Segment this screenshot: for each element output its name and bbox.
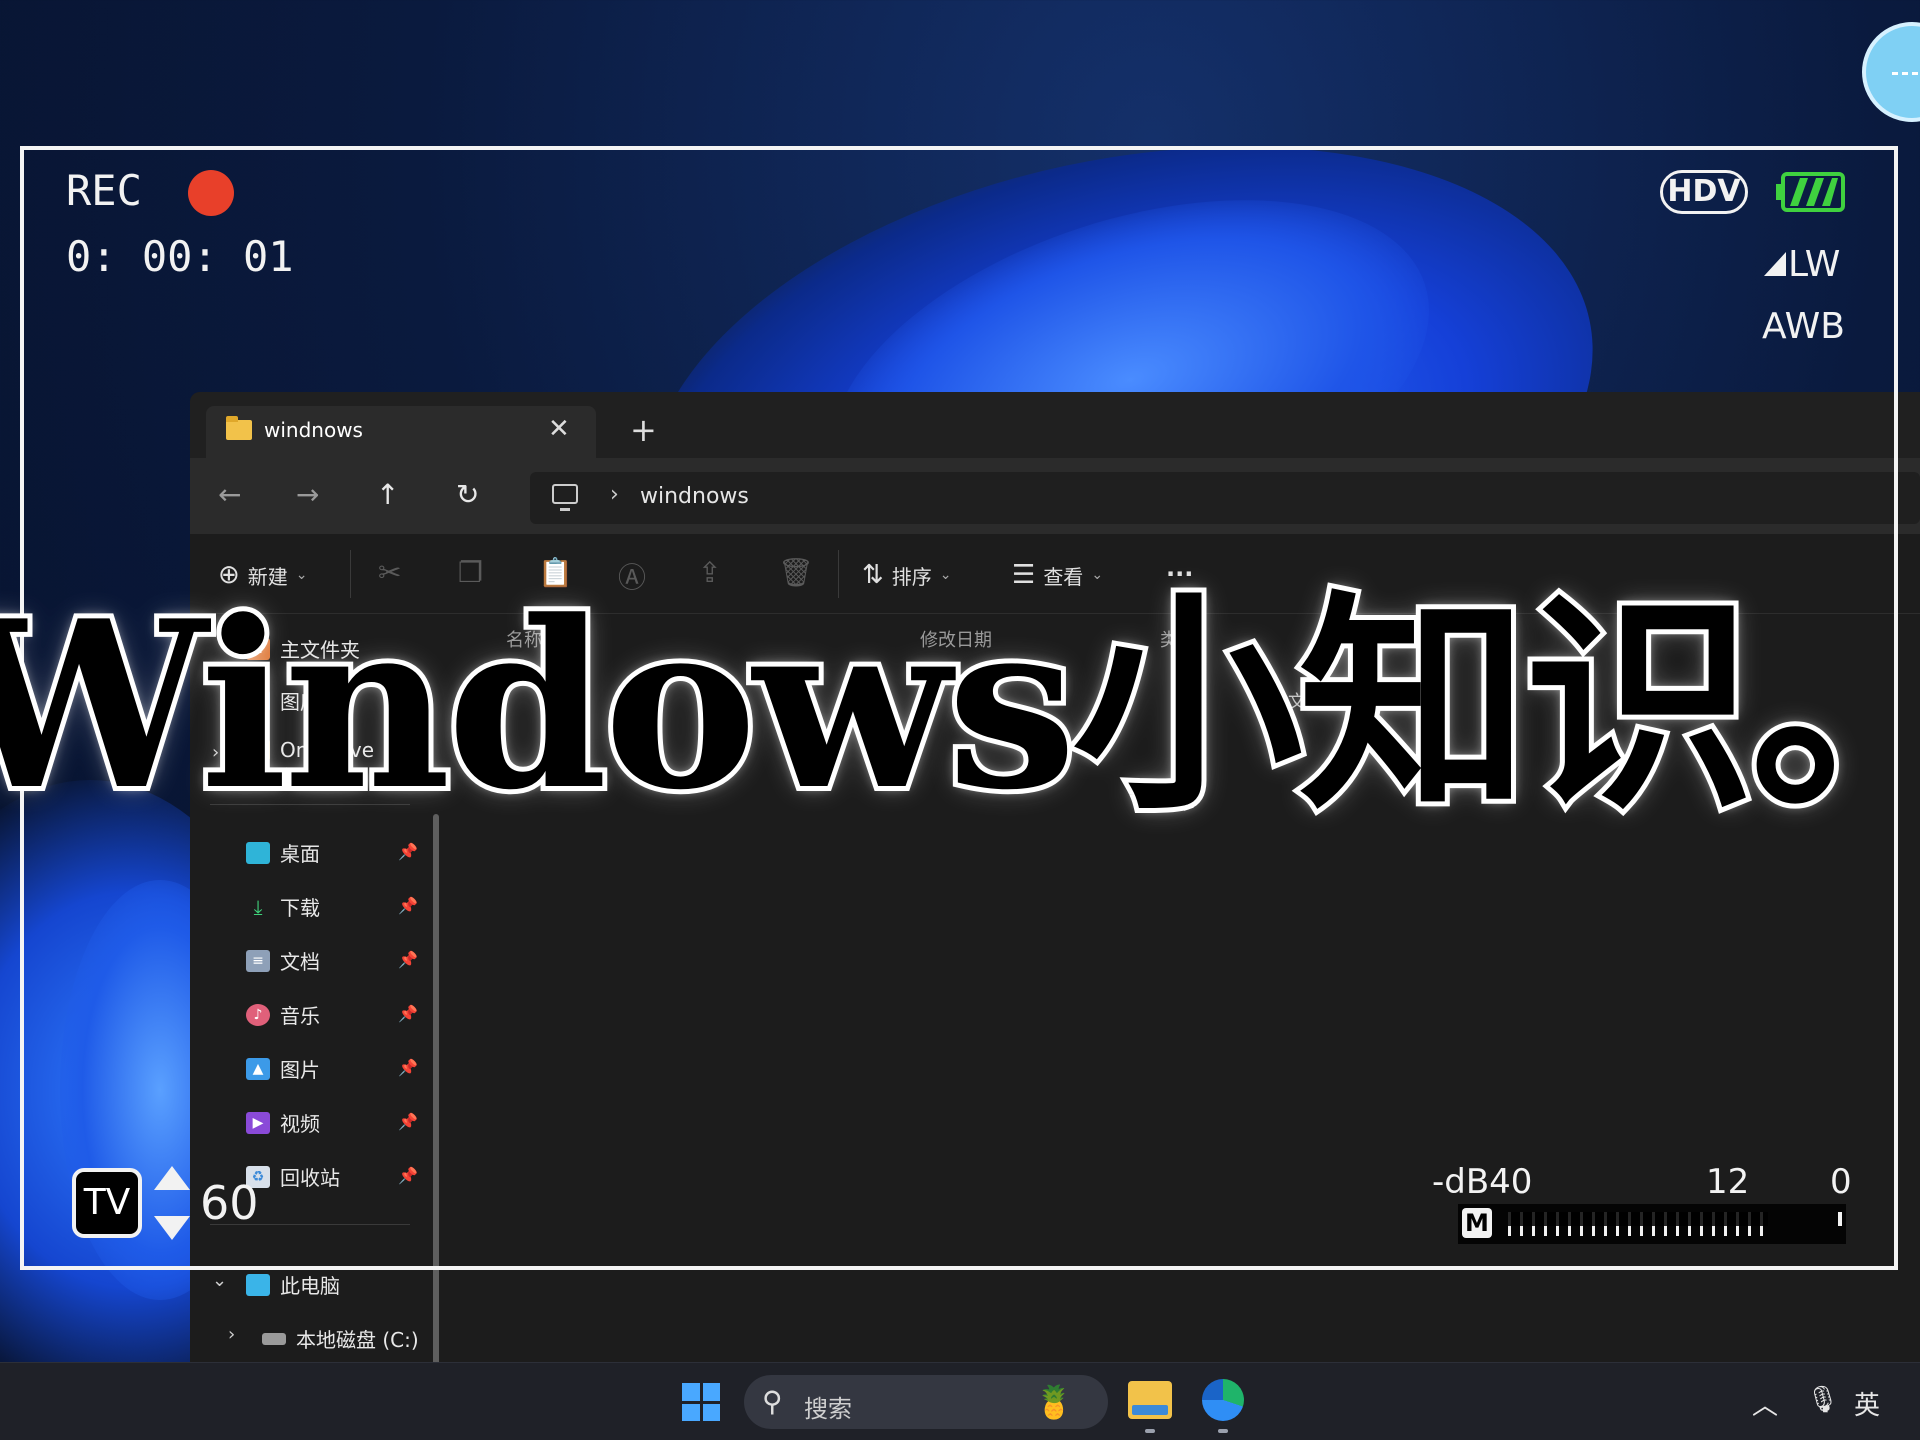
music-icon: ♪ — [246, 1003, 270, 1026]
sidebar-item-label: 回收站 — [280, 1166, 340, 1190]
pin-icon[interactable]: 📌 — [398, 896, 418, 915]
tray-overflow-chevron-icon[interactable]: ︿ — [1752, 1385, 1778, 1422]
search-placeholder: 搜索 — [804, 1395, 852, 1423]
recording-dot-icon — [188, 170, 234, 216]
start-icon-tile — [702, 1403, 720, 1421]
tab-title: windnows — [264, 418, 363, 442]
pin-icon[interactable]: 📌 — [398, 1166, 418, 1185]
chevron-right-icon[interactable]: › — [228, 1324, 235, 1345]
forward-arrow-icon[interactable]: → — [296, 478, 319, 511]
taskbar: ⚲ 搜索 🍍 ︿ 🎙 英 — [0, 1362, 1920, 1440]
pin-icon[interactable]: 📌 — [398, 1112, 418, 1131]
close-tab-icon[interactable]: ✕ — [548, 414, 570, 444]
arrow-down-icon — [154, 1216, 190, 1240]
tv-value: 60 — [200, 1176, 259, 1230]
computer-icon — [246, 1273, 270, 1296]
chevron-down-icon[interactable]: ⌄ — [212, 1270, 227, 1291]
db-end-label: 0 — [1830, 1162, 1852, 1202]
meter-badge: M — [1462, 1208, 1492, 1238]
lw-indicator: LW — [1764, 244, 1840, 285]
awb-label: AWB — [1762, 306, 1845, 347]
lw-label: LW — [1788, 244, 1841, 285]
sidebar-item-label: 视频 — [280, 1112, 320, 1136]
battery-icon — [1776, 172, 1845, 212]
new-tab-button[interactable]: + — [630, 414, 657, 446]
hdv-badge: HDV — [1660, 170, 1748, 214]
tab-bar: windnows ✕ + — [190, 392, 1920, 462]
computer-icon — [552, 484, 578, 511]
sidebar-item-label: 图片 — [280, 1058, 320, 1082]
audio-level-meter: M — [1458, 1204, 1846, 1244]
sidebar-item-downloads[interactable]: ⤓ 下载 — [246, 892, 320, 921]
sidebar-item-label: 音乐 — [280, 1004, 320, 1028]
microphone-icon[interactable]: 🎙 — [1806, 1385, 1839, 1415]
folder-icon — [226, 416, 252, 440]
refresh-icon[interactable]: ↻ — [456, 478, 479, 511]
sidebar-item-local-disk[interactable]: 本地磁盘 (C:) — [262, 1324, 419, 1353]
meter-ticks — [1508, 1212, 1768, 1236]
overlay-title: Windows小知识。 — [0, 566, 1920, 846]
rec-label: REC — [66, 166, 142, 215]
sidebar-item-label: 本地磁盘 (C:) — [296, 1328, 419, 1352]
search-icon: ⚲ — [762, 1385, 783, 1418]
sidebar-item-music[interactable]: ♪ 音乐 — [246, 1000, 320, 1029]
running-indicator — [1218, 1429, 1228, 1433]
pin-icon[interactable]: 📌 — [398, 1058, 418, 1077]
tv-badge: TV — [72, 1168, 142, 1238]
start-windows-icon[interactable] — [682, 1383, 720, 1421]
file-explorer-taskbar-icon[interactable] — [1128, 1381, 1172, 1419]
picture-icon: ▲ — [246, 1057, 270, 1080]
address-bar[interactable]: › windnows — [530, 472, 1920, 524]
video-icon: ▶ — [246, 1111, 270, 1134]
search-highlight-pineapple-icon: 🍍 — [1034, 1383, 1074, 1421]
tv-adjust-arrows — [154, 1166, 190, 1266]
arrow-up-icon — [154, 1166, 190, 1190]
sidebar-scrollbar[interactable] — [433, 814, 439, 1362]
tab-windnows[interactable]: windnows ✕ — [206, 406, 596, 462]
sidebar-item-documents[interactable]: ≡ 文档 — [246, 946, 320, 975]
start-icon-tile — [702, 1383, 720, 1401]
sidebar-item-recycle-bin[interactable]: ♻ 回收站 — [246, 1162, 340, 1191]
drive-icon — [262, 1332, 286, 1345]
recording-timecode: 0: 00: 01 — [66, 232, 294, 281]
sidebar-item-label: 文档 — [280, 950, 320, 974]
db-mid-label: 12 — [1706, 1162, 1750, 1202]
sidebar-item-label: 此电脑 — [280, 1274, 340, 1298]
up-arrow-icon[interactable]: ↑ — [376, 478, 399, 511]
sidebar-item-videos[interactable]: ▶ 视频 — [246, 1108, 320, 1137]
sidebar-item-label: 下载 — [280, 896, 320, 920]
meter-end-mark — [1838, 1212, 1842, 1226]
ime-indicator[interactable]: 英 — [1854, 1385, 1880, 1422]
taskbar-search-box[interactable]: ⚲ 搜索 🍍 — [744, 1375, 1108, 1429]
sidebar-item-pictures[interactable]: ▲ 图片 — [246, 1054, 320, 1083]
address-path: windnows — [640, 484, 749, 509]
download-icon: ⤓ — [253, 894, 263, 919]
start-icon-tile — [682, 1403, 700, 1421]
document-icon: ≡ — [246, 949, 270, 972]
chevron-right-icon[interactable]: › — [610, 482, 619, 507]
edge-browser-icon[interactable] — [1202, 1379, 1244, 1421]
sidebar-item-this-pc[interactable]: 此电脑 — [246, 1270, 340, 1299]
pin-icon[interactable]: 📌 — [398, 950, 418, 969]
running-indicator — [1145, 1429, 1155, 1433]
signal-triangle-icon — [1764, 252, 1786, 276]
pin-icon[interactable]: 📌 — [398, 1004, 418, 1023]
db-label: -dB40 — [1432, 1162, 1533, 1202]
start-icon-tile — [682, 1383, 700, 1401]
back-arrow-icon[interactable]: ← — [218, 478, 241, 511]
